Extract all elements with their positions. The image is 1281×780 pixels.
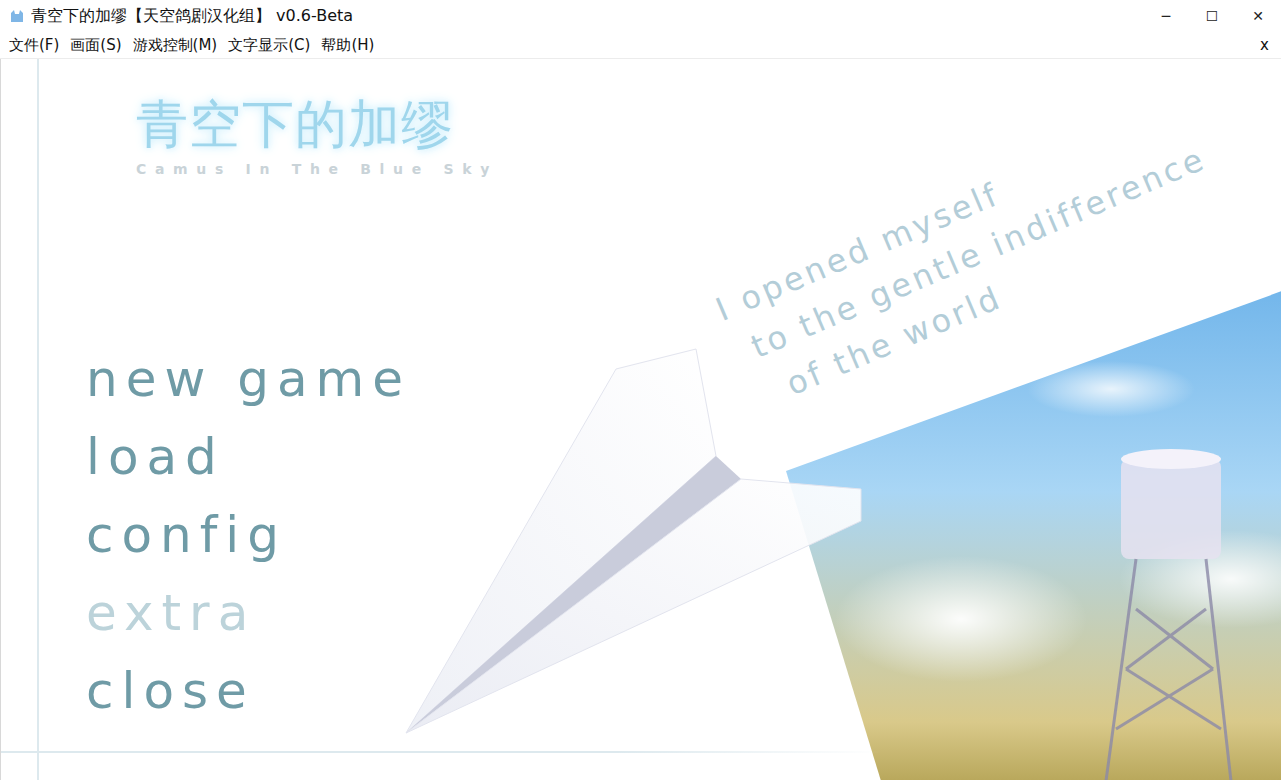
title-menu: new gameloadconfigextraclose [1, 340, 1281, 780]
window-control-button[interactable]: ✕ [1235, 0, 1281, 32]
window-title: 青空下的加缪【天空鸽剧汉化组】 v0.6-Beta [31, 6, 1143, 27]
logo-title: 青空下的加缪 [136, 93, 1281, 155]
menu-item[interactable]: 文件(F) [4, 34, 65, 57]
paper-airplane-icon [401, 344, 871, 744]
window-control-button[interactable]: ☐ [1189, 0, 1235, 32]
menu-bar: 文件(F)画面(S)游戏控制(M)文字显示(C)帮助(H) x [0, 32, 1281, 59]
game-logo: 青空下的加缪 Camus In The Blue Sky [1, 59, 1281, 177]
title-screen: I opened myselfto the gentle indifferenc… [0, 59, 1281, 780]
game-window: 青空下的加缪【天空鸽剧汉化组】 v0.6-Beta─☐✕文件(F)画面(S)游戏… [0, 0, 1281, 780]
menu-close-button[interactable]: x [1252, 36, 1277, 54]
logo-subtitle: Camus In The Blue Sky [136, 161, 1281, 177]
menu-item[interactable]: 文字显示(C) [223, 34, 316, 57]
frame-horizontal-line [1, 751, 881, 753]
window-control-button[interactable]: ─ [1143, 0, 1189, 32]
title-menu-item[interactable]: new game [86, 340, 1281, 418]
title-menu-item[interactable]: config [86, 496, 1281, 574]
window-controls: ─☐✕ [1143, 0, 1281, 32]
menu-item[interactable]: 游戏控制(M) [128, 34, 224, 57]
title-menu-item[interactable]: close [86, 652, 1281, 730]
menu-item[interactable]: 画面(S) [65, 34, 127, 57]
app-icon [9, 8, 25, 24]
water-tower-icon [1081, 419, 1241, 780]
menu-item[interactable]: 帮助(H) [316, 34, 380, 57]
frame-vertical-line [37, 59, 39, 780]
title-bar: 青空下的加缪【天空鸽剧汉化组】 v0.6-Beta─☐✕ [0, 0, 1281, 32]
title-menu-item: extra [86, 574, 1281, 652]
title-menu-item[interactable]: load [86, 418, 1281, 496]
